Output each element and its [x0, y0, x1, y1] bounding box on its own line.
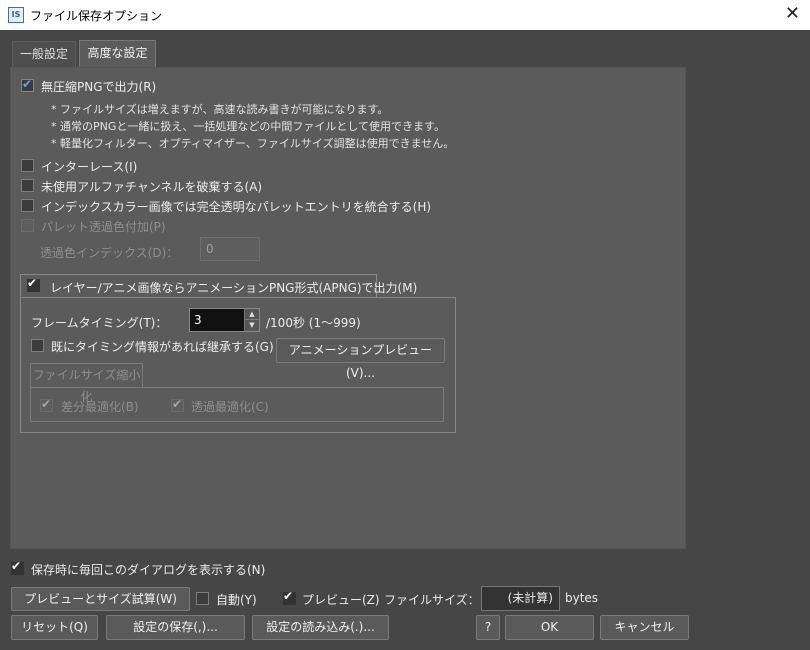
- save-settings-button[interactable]: 設定の保存(,)...: [106, 615, 245, 640]
- window-title: ファイル保存オプション: [30, 9, 163, 23]
- cancel-button[interactable]: キャンセル: [600, 615, 689, 640]
- discard-alpha-checkbox[interactable]: [21, 179, 34, 192]
- help-button[interactable]: ?: [476, 615, 500, 640]
- preview-size-button[interactable]: プレビューとサイズ試算(W): [11, 587, 190, 611]
- diff-opt-checkbox[interactable]: [40, 397, 53, 412]
- merge-palette-label: インデックスカラー画像では完全透明なパレットエントリを統合する(H): [41, 200, 432, 214]
- show-dialog-checkbox[interactable]: [11, 559, 24, 575]
- frame-timing-unit: /100秒 (1〜999): [266, 316, 361, 330]
- app-icon: IS: [8, 7, 24, 23]
- apng-label: レイヤー/アニメ画像ならアニメーションPNG形式(APNG)で出力(M): [50, 281, 418, 295]
- preview-label: プレビュー(Z): [302, 593, 380, 607]
- discard-alpha-label: 未使用アルファチャンネルを破棄する(A): [41, 180, 263, 194]
- frame-timing-value: 3: [194, 313, 202, 327]
- note-line-3: * 軽量化フィルター、オプティマイザー、ファイルサイズ調整は使用できません。: [51, 137, 455, 150]
- auto-label: 自動(Y): [216, 593, 257, 607]
- title-bar: IS ファイル保存オプション ✕: [0, 0, 810, 30]
- frame-timing-spinbox[interactable]: 3 ▲ ▼: [189, 308, 260, 332]
- palette-transparent-checkbox[interactable]: [21, 219, 34, 232]
- merge-palette-checkbox[interactable]: [21, 199, 34, 212]
- uncompressed-png-checkbox[interactable]: [21, 77, 34, 92]
- show-dialog-label: 保存時に毎回このダイアログを表示する(N): [31, 563, 266, 577]
- inherit-timing-label: 既にタイミング情報があれば継承する(G): [51, 340, 274, 354]
- uncompressed-png-label: 無圧縮PNGで出力(R): [41, 80, 157, 94]
- transparent-index-label: 透過色インデックス(D)：: [40, 246, 179, 260]
- filesize-label: ファイルサイズ：: [384, 593, 480, 607]
- close-icon[interactable]: ✕: [785, 3, 800, 24]
- filesize-unit: bytes: [565, 591, 599, 605]
- auto-checkbox[interactable]: [196, 592, 209, 605]
- palette-transparent-label: パレット透過色付加(P): [41, 220, 166, 234]
- inherit-timing-checkbox[interactable]: [31, 339, 44, 352]
- transparent-index-input[interactable]: 0: [200, 237, 260, 261]
- frame-timing-label: フレームタイミング(T)：: [31, 316, 168, 330]
- reset-button[interactable]: リセット(Q): [11, 615, 98, 640]
- trans-opt-checkbox[interactable]: [171, 397, 184, 412]
- trans-opt-label: 透過最適化(C): [191, 400, 269, 414]
- interlace-label: インターレース(I): [41, 160, 138, 174]
- tab-advanced[interactable]: 高度な設定: [79, 40, 156, 68]
- ok-button[interactable]: OK: [505, 615, 594, 640]
- apng-checkbox[interactable]: [27, 276, 40, 292]
- spin-down-icon[interactable]: ▼: [244, 320, 259, 331]
- load-settings-button[interactable]: 設定の読み込み(.)...: [252, 615, 389, 640]
- filesize-value: (未計算): [481, 586, 560, 611]
- spin-up-icon[interactable]: ▲: [244, 309, 259, 320]
- preview-checkbox[interactable]: [283, 589, 296, 605]
- filesize-reduce-header: ファイルサイズ縮小化: [30, 363, 143, 404]
- interlace-checkbox[interactable]: [21, 159, 34, 172]
- note-line-2: * 通常のPNGと一緒に扱え、一括処理などの中間ファイルとして使用できます。: [51, 120, 445, 133]
- note-line-1: * ファイルサイズは増えますが、高速な読み書きが可能になります。: [51, 103, 389, 116]
- tab-general[interactable]: 一般設定: [12, 41, 76, 67]
- animation-preview-button[interactable]: アニメーションプレビュー(V)...: [276, 338, 445, 380]
- diff-opt-label: 差分最適化(B): [61, 400, 139, 414]
